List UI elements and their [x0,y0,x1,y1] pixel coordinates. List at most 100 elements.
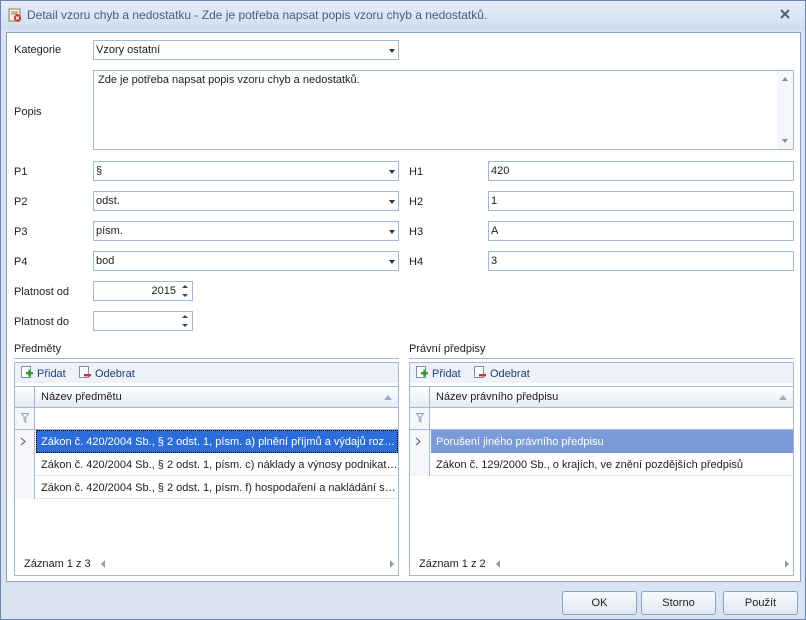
p2-value: odst. [96,195,120,207]
table-cell: Porušení jiného právního předpisu [431,430,793,453]
app-icon [8,8,22,22]
scroll-left-icon[interactable] [101,560,105,568]
table-row[interactable]: Zákon č. 420/2004 Sb., § 2 odst. 1, písm… [15,430,398,453]
predmety-toolbar: Přidat Odebrat [15,363,398,383]
storno-button[interactable]: Storno [641,591,716,615]
table-row[interactable]: Porušení jiného právního předpisu [410,430,793,453]
spin-down-icon[interactable] [182,324,188,327]
platnost-do-spinner[interactable] [93,311,193,331]
table-row[interactable]: Zákon č. 129/2000 Sb., o krajích, ve zně… [410,453,793,476]
filter-indicator [410,408,430,429]
scroll-right-icon[interactable] [785,560,789,568]
predmety-add-button[interactable]: Přidat [21,366,66,380]
chevron-down-icon [389,49,395,53]
predmety-remove-button[interactable]: Odebrat [79,366,135,380]
predpisy-title: Právní předpisy [409,343,486,355]
predpisy-add-label: Přidat [432,368,461,380]
row-indicator [15,430,35,453]
predmety-title: Předměty [14,343,62,355]
spin-up-icon[interactable] [182,315,188,318]
platnost-do-label: Platnost do [14,316,70,328]
add-document-icon [21,366,33,378]
h2-value: 1 [491,195,498,207]
table-row[interactable]: Zákon č. 420/2004 Sb., § 2 odst. 1, písm… [15,453,398,476]
platnost-od-label: Platnost od [14,286,70,298]
row-indicator [15,453,35,476]
spin-up-icon[interactable] [182,285,188,288]
predmety-footer: Záznam 1 z 3 [15,553,398,575]
remove-document-icon [474,366,486,378]
ok-button[interactable]: OK [562,591,637,615]
p4-combo[interactable]: bod [93,251,399,271]
predpisy-grid: Přidat Odebrat Název právního předpisu P… [409,362,794,576]
h1-value: 420 [491,165,510,177]
table-cell: Zákon č. 129/2000 Sb., o krajích, ve zně… [436,459,743,471]
scroll-down-icon[interactable] [782,139,788,143]
p2-label: P2 [14,196,28,208]
record-counter: Záznam 1 z 2 [419,558,486,570]
p1-combo[interactable]: § [93,161,399,181]
dialog-window: Detail vzoru chyb a nedostatku - Zde je … [0,0,806,620]
close-icon [780,9,790,19]
scroll-left-icon[interactable] [496,560,500,568]
predmety-column-header[interactable]: Název předmětu [15,386,398,408]
popis-textarea[interactable]: Zde je potřeba napsat popis vzoru chyb a… [93,70,794,150]
predpisy-column-header[interactable]: Název právního předpisu [410,386,793,408]
predmety-rows: Zákon č. 420/2004 Sb., § 2 odst. 1, písm… [15,430,398,499]
filter-icon [416,413,424,423]
p3-combo[interactable]: písm. [93,221,399,241]
predpisy-filter-row[interactable] [410,408,793,430]
current-row-icon [20,437,26,446]
apply-button[interactable]: Použít [723,591,798,615]
spin-down-icon[interactable] [182,294,188,297]
row-indicator [410,453,430,476]
current-row-icon [415,437,421,446]
predmety-grid: Přidat Odebrat Název předmětu Zákon č. 4… [14,362,399,576]
p4-label: P4 [14,256,28,268]
chevron-down-icon [389,170,395,174]
table-cell: Zákon č. 420/2004 Sb., § 2 odst. 1, písm… [36,430,398,453]
predpisy-remove-button[interactable]: Odebrat [474,366,530,380]
horizontal-scrollbar[interactable] [99,557,396,571]
row-indicator [410,430,430,453]
predpisy-add-button[interactable]: Přidat [416,366,461,380]
record-counter: Záznam 1 z 3 [24,558,91,570]
table-row[interactable]: Zákon č. 420/2004 Sb., § 2 odst. 1, písm… [15,476,398,499]
scroll-up-icon[interactable] [782,77,788,81]
scroll-right-icon[interactable] [390,560,394,568]
h4-input[interactable]: 3 [488,251,794,271]
h1-label: H1 [409,166,424,178]
horizontal-scrollbar[interactable] [494,557,791,571]
p2-combo[interactable]: odst. [93,191,399,211]
kategorie-label: Kategorie [14,44,62,56]
predpisy-footer: Záznam 1 z 2 [410,553,793,575]
h1-input[interactable]: 420 [488,161,794,181]
p3-label: P3 [14,226,28,238]
p4-value: bod [96,255,115,267]
add-document-icon [416,366,428,378]
header-indicator [15,387,35,407]
h3-input[interactable]: A [488,221,794,241]
kategorie-combo[interactable]: Vzory ostatní [93,40,399,60]
platnost-od-spinner[interactable]: 2015 [93,281,193,301]
filter-indicator [15,408,35,429]
chevron-down-icon [389,200,395,204]
title-bar: Detail vzoru chyb a nedostatku - Zde je … [1,1,805,30]
remove-document-icon [79,366,91,378]
h3-label: H3 [409,226,424,238]
p1-label: P1 [14,166,28,178]
table-cell: Zákon č. 420/2004 Sb., § 2 odst. 1, písm… [41,459,398,471]
p3-value: písm. [96,225,123,237]
h4-label: H4 [409,256,424,268]
spin-buttons[interactable] [181,314,190,328]
popis-scrollbar[interactable] [777,71,793,149]
kategorie-value: Vzory ostatní [96,44,161,56]
close-button[interactable] [777,6,793,22]
spin-buttons[interactable] [181,284,190,298]
h2-label: H2 [409,196,424,208]
sort-ascending-icon [779,395,787,400]
predmety-column-label: Název předmětu [41,391,122,403]
h2-input[interactable]: 1 [488,191,794,211]
predmety-filter-row[interactable] [15,408,398,430]
predpisy-toolbar: Přidat Odebrat [410,363,793,383]
